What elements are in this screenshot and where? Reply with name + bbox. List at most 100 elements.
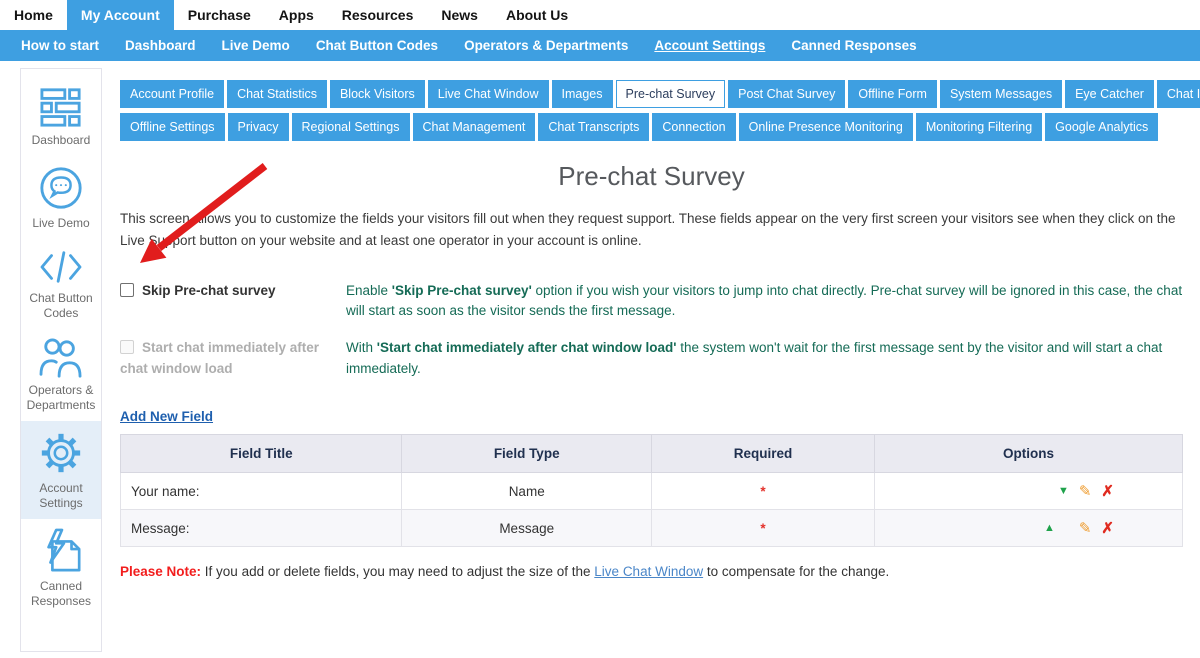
please-note-label: Please Note: (120, 564, 201, 579)
skip-option-description: Enable 'Skip Pre-chat survey' option if … (346, 281, 1183, 323)
sub-nav-account-settings[interactable]: Account Settings (641, 38, 778, 53)
move-up-icon[interactable]: ▲ (1044, 522, 1055, 534)
table-row: Message: Message * ▲ ✎ ✗ (121, 510, 1183, 547)
top-nav-about-us[interactable]: About Us (492, 0, 582, 30)
description-bold-text: 'Skip Pre-chat survey' (392, 283, 532, 298)
sidebar-item-label: Live Demo (32, 216, 89, 231)
tab-pre-chat-survey[interactable]: Pre-chat Survey (616, 80, 726, 108)
edit-icon[interactable]: ✎ (1079, 482, 1092, 500)
top-nav-home[interactable]: Home (0, 0, 67, 30)
page-title: Pre-chat Survey (120, 161, 1183, 192)
sidebar-item-label: Operators & Departments (24, 383, 98, 413)
sidebar-item-account-settings[interactable]: Account Settings (21, 421, 101, 519)
table-row: Your name: Name * ▼ ✎ ✗ (121, 473, 1183, 510)
table-header-row: Field Title Field Type Required Options (121, 435, 1183, 473)
sidebar-item-label: Account Settings (24, 481, 98, 511)
description-bold-text: 'Start chat immediately after chat windo… (377, 340, 677, 355)
field-type-cell: Name (402, 473, 652, 510)
column-header-required: Required (651, 435, 874, 473)
skip-pre-chat-survey-checkbox[interactable] (120, 283, 134, 297)
skip-pre-chat-survey-label: Skip Pre-chat survey (142, 283, 276, 298)
sidebar-item-label: Chat Button Codes (24, 291, 98, 321)
sidebar-item-live-demo[interactable]: Live Demo (21, 156, 101, 239)
add-new-field-link[interactable]: Add New Field (120, 409, 213, 424)
column-header-options: Options (875, 435, 1183, 473)
tab-live-chat-window[interactable]: Live Chat Window (428, 80, 549, 108)
tab-connection[interactable]: Connection (652, 113, 735, 141)
required-asterisk: * (760, 521, 765, 536)
note-body: to compensate for the change. (703, 564, 889, 579)
required-asterisk: * (760, 484, 765, 499)
canned-responses-icon (39, 528, 83, 574)
live-chat-window-link[interactable]: Live Chat Window (594, 564, 703, 579)
sidebar-item-operators-departments[interactable]: Operators & Departments (21, 329, 101, 421)
tab-chat-management[interactable]: Chat Management (413, 113, 536, 141)
start-chat-immediately-checkbox[interactable] (120, 340, 134, 354)
sub-nav-chat-button-codes[interactable]: Chat Button Codes (303, 38, 451, 53)
row-options: ▼ ✎ ✗ (885, 482, 1172, 500)
field-type-cell: Message (402, 510, 652, 547)
tab-chat-invitation[interactable]: Chat Invitation (1157, 80, 1200, 108)
top-nav-news[interactable]: News (427, 0, 492, 30)
delete-icon[interactable]: ✗ (1101, 482, 1114, 500)
top-nav-my-account[interactable]: My Account (67, 0, 174, 30)
row-options: ▲ ✎ ✗ (885, 519, 1172, 537)
sub-nav-how-to-start[interactable]: How to start (8, 38, 112, 53)
tab-account-profile[interactable]: Account Profile (120, 80, 224, 108)
start-chat-immediately-label: Start chat immediately after chat window… (120, 340, 319, 376)
sub-nav-live-demo[interactable]: Live Demo (209, 38, 303, 53)
sidebar: Dashboard Live Demo Chat Button Codes (20, 68, 102, 652)
tab-monitoring-filtering[interactable]: Monitoring Filtering (916, 113, 1042, 141)
settings-tabs-row-2: Offline Settings Privacy Regional Settin… (120, 113, 1183, 141)
top-nav: Home My Account Purchase Apps Resources … (0, 0, 1200, 30)
description-text: With (346, 340, 377, 355)
tab-eye-catcher[interactable]: Eye Catcher (1065, 80, 1154, 108)
sidebar-item-label: Canned Responses (24, 579, 98, 609)
sidebar-item-chat-button-codes[interactable]: Chat Button Codes (21, 239, 101, 329)
description-text: Enable (346, 283, 392, 298)
tab-system-messages[interactable]: System Messages (940, 80, 1062, 108)
sub-nav-canned-responses[interactable]: Canned Responses (778, 38, 929, 53)
live-demo-icon (38, 165, 84, 211)
sidebar-item-label: Dashboard (32, 133, 91, 148)
top-nav-apps[interactable]: Apps (265, 0, 328, 30)
tab-regional-settings[interactable]: Regional Settings (292, 113, 410, 141)
survey-options: Skip Pre-chat survey Enable 'Skip Pre-ch… (120, 281, 1183, 381)
main-content: Account Profile Chat Statistics Block Vi… (120, 80, 1183, 593)
edit-icon[interactable]: ✎ (1079, 519, 1092, 537)
intro-text: This screen allows you to customize the … (120, 208, 1183, 253)
sidebar-item-canned-responses[interactable]: Canned Responses (21, 519, 101, 617)
please-note-text: Please Note: If you add or delete fields… (120, 564, 1183, 579)
tab-images[interactable]: Images (552, 80, 613, 108)
survey-fields-table: Field Title Field Type Required Options … (120, 434, 1183, 547)
tab-privacy[interactable]: Privacy (228, 113, 289, 141)
code-icon (38, 248, 84, 286)
sub-nav-operators-departments[interactable]: Operators & Departments (451, 38, 641, 53)
start-chat-immediately-option: Start chat immediately after chat window… (120, 338, 346, 380)
start-option-description: With 'Start chat immediately after chat … (346, 338, 1183, 380)
sub-nav: How to start Dashboard Live Demo Chat Bu… (0, 30, 1200, 61)
tab-offline-form[interactable]: Offline Form (848, 80, 937, 108)
column-header-field-title: Field Title (121, 435, 402, 473)
tab-post-chat-survey[interactable]: Post Chat Survey (728, 80, 845, 108)
tab-block-visitors[interactable]: Block Visitors (330, 80, 425, 108)
field-title-cell: Message: (121, 510, 402, 547)
tab-online-presence-monitoring[interactable]: Online Presence Monitoring (739, 113, 913, 141)
note-body: If you add or delete fields, you may nee… (201, 564, 594, 579)
sidebar-item-dashboard[interactable]: Dashboard (21, 77, 101, 156)
gear-icon (38, 430, 84, 476)
skip-pre-chat-survey-option: Skip Pre-chat survey (120, 281, 346, 323)
top-nav-resources[interactable]: Resources (328, 0, 428, 30)
column-header-field-type: Field Type (402, 435, 652, 473)
tab-chat-statistics[interactable]: Chat Statistics (227, 80, 327, 108)
users-icon (38, 338, 84, 378)
sub-nav-dashboard[interactable]: Dashboard (112, 38, 209, 53)
delete-icon[interactable]: ✗ (1101, 519, 1114, 537)
settings-tabs-row-1: Account Profile Chat Statistics Block Vi… (120, 80, 1183, 108)
tab-chat-transcripts[interactable]: Chat Transcripts (538, 113, 649, 141)
tab-google-analytics[interactable]: Google Analytics (1045, 113, 1158, 141)
move-down-icon[interactable]: ▼ (1058, 485, 1069, 497)
top-nav-purchase[interactable]: Purchase (174, 0, 265, 30)
field-title-cell: Your name: (121, 473, 402, 510)
tab-offline-settings[interactable]: Offline Settings (120, 113, 225, 141)
